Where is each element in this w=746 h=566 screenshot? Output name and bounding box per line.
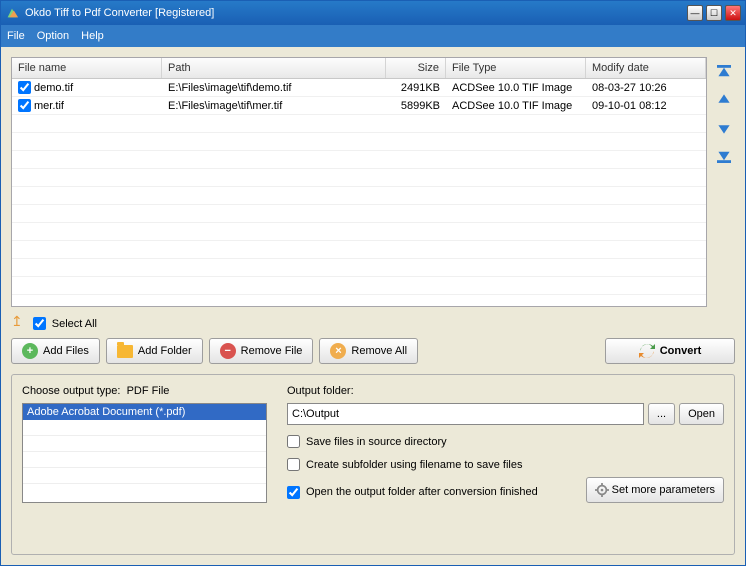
convert-button[interactable]: Convert bbox=[605, 338, 735, 364]
convert-icon bbox=[639, 343, 655, 359]
menu-help[interactable]: Help bbox=[81, 30, 104, 42]
output-type-list[interactable]: Adobe Acrobat Document (*.pdf) bbox=[22, 403, 267, 503]
plus-icon: + bbox=[22, 343, 38, 359]
maximize-button[interactable]: ☐ bbox=[706, 5, 722, 21]
output-type-panel: Choose output type: PDF File Adobe Acrob… bbox=[22, 385, 267, 544]
up-level-icon[interactable]: ↥ bbox=[11, 313, 23, 330]
app-icon bbox=[5, 6, 19, 20]
col-size[interactable]: Size bbox=[386, 58, 446, 78]
row-checkbox[interactable] bbox=[18, 81, 31, 94]
menu-option[interactable]: Option bbox=[37, 30, 69, 42]
folder-icon bbox=[117, 345, 133, 358]
remove-file-button[interactable]: −Remove File bbox=[209, 338, 314, 364]
x-icon: × bbox=[330, 343, 346, 359]
create-subfolder-checkbox[interactable]: Create subfolder using filename to save … bbox=[287, 458, 724, 471]
col-date[interactable]: Modify date bbox=[586, 58, 706, 78]
output-folder-panel: Output folder: ... Open Save files in so… bbox=[287, 385, 724, 544]
table-row[interactable]: mer.tifE:\Files\image\tif\mer.tif5899KBA… bbox=[12, 97, 706, 115]
reorder-buttons bbox=[713, 57, 735, 307]
menu-file[interactable]: File bbox=[7, 30, 25, 42]
open-after-checkbox[interactable]: Open the output folder after conversion … bbox=[287, 486, 576, 499]
add-folder-button[interactable]: Add Folder bbox=[106, 338, 203, 364]
minimize-button[interactable]: — bbox=[687, 5, 703, 21]
row-checkbox[interactable] bbox=[18, 99, 31, 112]
move-top-button[interactable] bbox=[715, 63, 733, 81]
file-list[interactable]: File name Path Size File Type Modify dat… bbox=[11, 57, 707, 307]
titlebar: Okdo Tiff to Pdf Converter [Registered] … bbox=[1, 1, 745, 25]
set-more-parameters-button[interactable]: Set more parameters bbox=[586, 477, 724, 503]
select-all-row: ↥ Select All bbox=[11, 307, 735, 338]
move-up-button[interactable] bbox=[715, 91, 733, 109]
move-down-button[interactable] bbox=[715, 119, 733, 137]
col-path[interactable]: Path bbox=[162, 58, 386, 78]
open-folder-button[interactable]: Open bbox=[679, 403, 724, 425]
window-title: Okdo Tiff to Pdf Converter [Registered] bbox=[25, 7, 687, 19]
browse-button[interactable]: ... bbox=[648, 403, 675, 425]
select-all-checkbox[interactable]: Select All bbox=[33, 317, 97, 330]
select-all-input[interactable] bbox=[33, 317, 46, 330]
output-type-label: Choose output type: bbox=[22, 385, 120, 397]
bottom-panel: Choose output type: PDF File Adobe Acrob… bbox=[11, 374, 735, 555]
action-row: +Add Files Add Folder −Remove File ×Remo… bbox=[11, 338, 735, 364]
save-in-source-checkbox[interactable]: Save files in source directory bbox=[287, 435, 724, 448]
remove-all-button[interactable]: ×Remove All bbox=[319, 338, 418, 364]
col-name[interactable]: File name bbox=[12, 58, 162, 78]
gear-icon bbox=[595, 483, 609, 497]
minus-icon: − bbox=[220, 343, 236, 359]
output-type-selected[interactable]: Adobe Acrobat Document (*.pdf) bbox=[23, 404, 266, 420]
close-button[interactable]: ✕ bbox=[725, 5, 741, 21]
output-folder-input[interactable] bbox=[287, 403, 644, 425]
output-folder-label: Output folder: bbox=[287, 385, 724, 397]
output-type-current: PDF File bbox=[127, 385, 170, 397]
content-area: File name Path Size File Type Modify dat… bbox=[1, 47, 745, 565]
table-row[interactable]: demo.tifE:\Files\image\tif\demo.tif2491K… bbox=[12, 79, 706, 97]
col-type[interactable]: File Type bbox=[446, 58, 586, 78]
file-list-header: File name Path Size File Type Modify dat… bbox=[12, 58, 706, 79]
menubar: File Option Help bbox=[1, 25, 745, 47]
move-bottom-button[interactable] bbox=[715, 147, 733, 165]
add-files-button[interactable]: +Add Files bbox=[11, 338, 100, 364]
